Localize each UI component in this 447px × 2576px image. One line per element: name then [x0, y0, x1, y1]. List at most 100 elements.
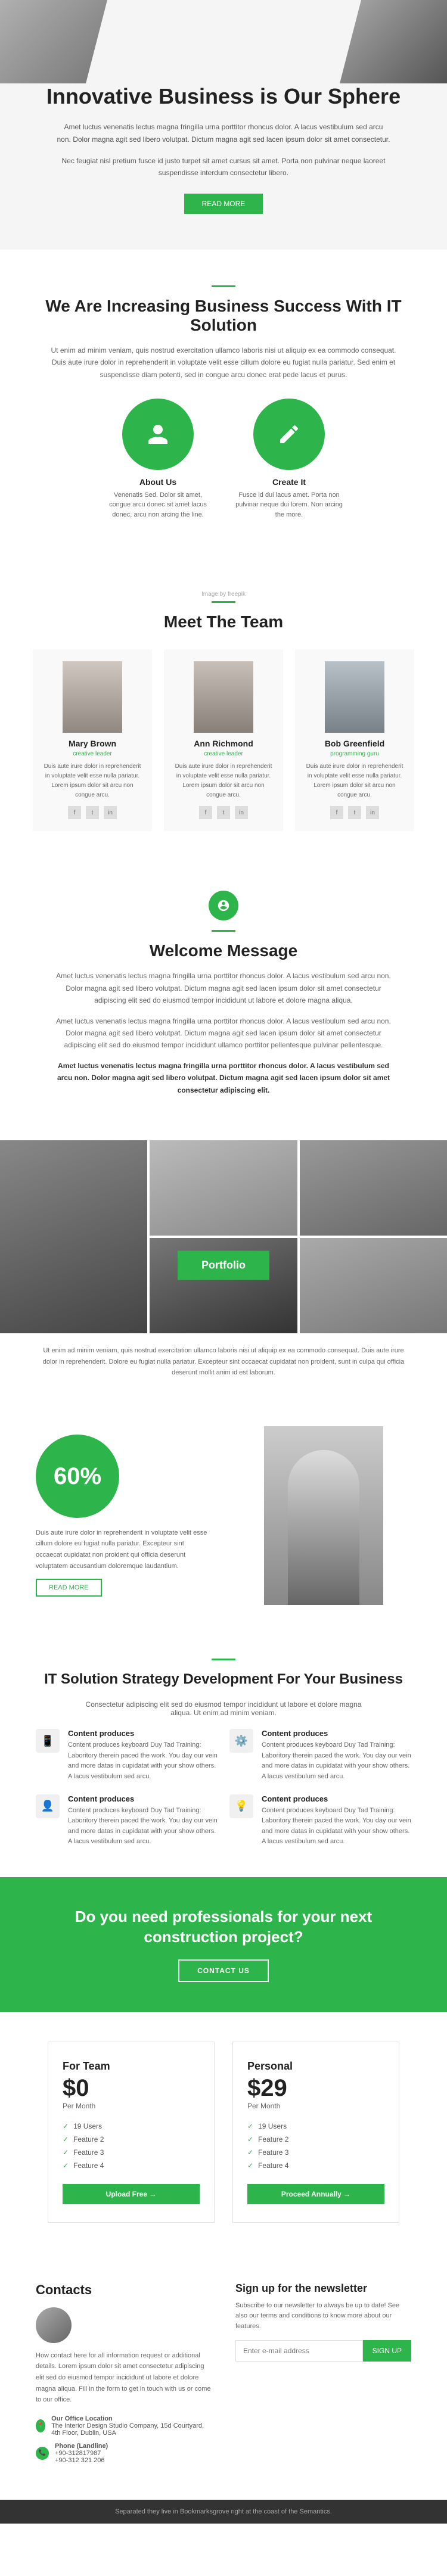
- portfolio-caption: Ut enim ad minim veniam, quis nostrud ex…: [0, 1333, 447, 1390]
- hero-content: Innovative Business is Our Sphere Amet l…: [46, 24, 401, 214]
- welcome-para2: Amet luctus venenatis lectus magna fring…: [51, 1015, 396, 1051]
- strategy-text-2: Content produces Content produces keyboa…: [262, 1729, 411, 1782]
- percent-value: 60%: [54, 1464, 101, 1488]
- price-plan-name-2: Personal: [247, 2060, 384, 2073]
- increasing-paragraph: Ut enim ad minim veniam, quis nostrud ex…: [51, 344, 396, 381]
- address-text: The Interior Design Studio Company, 15d …: [51, 2422, 204, 2437]
- strategy-item-2: ⚙️ Content produces Content produces key…: [229, 1729, 411, 1782]
- hero-paragraph2: Nec feugiat nisl pretium fusce id justo …: [57, 155, 390, 179]
- section-divider-4: [212, 1659, 235, 1660]
- price-features-2: 19 Users Feature 2 Feature 3 Feature 4: [247, 2120, 384, 2172]
- phone-details: Phone (Landline) +90-312817987 +90-312 3…: [55, 2443, 108, 2464]
- price-amount-1: $0: [63, 2075, 200, 2102]
- team-name-3: Bob Greenfield: [305, 739, 405, 748]
- price-feature-2-4: Feature 4: [247, 2159, 384, 2172]
- create-title: Create It: [272, 477, 306, 487]
- team-role-2: creative leader: [173, 751, 274, 757]
- hero-section: Innovative Business is Our Sphere Amet l…: [0, 0, 447, 250]
- portfolio-img-2: [150, 1140, 297, 1236]
- team-photo-1: [63, 661, 122, 733]
- team-photo-2: [194, 661, 253, 733]
- about-title: About Us: [139, 477, 176, 487]
- strategy-icon-2: ⚙️: [229, 1729, 253, 1753]
- about-circle: [122, 399, 194, 470]
- price-feature-2-3: Feature 3: [247, 2146, 384, 2159]
- portfolio-grid: [0, 1140, 447, 1333]
- phone-2: +90-312 321 206: [55, 2457, 105, 2464]
- price-feature-1-4: Feature 4: [63, 2159, 200, 2172]
- strategy-icon-3: 👤: [36, 1794, 60, 1818]
- price-button-paid[interactable]: Proceed Annually →: [247, 2184, 384, 2204]
- team-title: Meet The Team: [24, 612, 423, 631]
- twitter-icon-3[interactable]: t: [348, 806, 361, 819]
- team-card-3: Bob Greenfield programming guru Duis aut…: [295, 649, 414, 831]
- about-desc: Venenatis Sed. Dolor sit amet, congue ar…: [104, 490, 212, 520]
- pricing-section: For Team $0 Per Month 19 Users Feature 2…: [0, 2012, 447, 2253]
- strategy-intro: Consectetur adipiscing elit sed do eiusm…: [74, 1700, 372, 1717]
- percent-section: 60% Duis aute irure dolor in reprehender…: [0, 1402, 447, 1629]
- office-details: Our Office Location The Interior Design …: [51, 2415, 212, 2437]
- increasing-section: We Are Increasing Business Success With …: [0, 250, 447, 562]
- price-amount-2: $29: [247, 2075, 384, 2102]
- price-feature-2-1: 19 Users: [247, 2120, 384, 2133]
- team-row: Mary Brown creative leader Duis aute iru…: [24, 649, 423, 831]
- increasing-title: We Are Increasing Business Success With …: [36, 297, 411, 335]
- create-card: Create It Fusce id dui lacus amet. Porta…: [235, 399, 343, 538]
- about-card: About Us Venenatis Sed. Dolor sit amet, …: [104, 399, 212, 538]
- strategy-item-4: 💡 Content produces Content produces keyb…: [229, 1794, 411, 1847]
- welcome-icon: [209, 891, 238, 920]
- strategy-item-1: 📱 Content produces Content produces keyb…: [36, 1729, 218, 1782]
- hero-title: Innovative Business is Our Sphere: [46, 83, 401, 109]
- footer-text: Separated they live in Bookmarksgrove ri…: [8, 2508, 439, 2515]
- price-period-2: Per Month: [247, 2102, 384, 2110]
- percent-description: Duis aute irure dolor in reprehenderit i…: [36, 1527, 212, 1572]
- welcome-bold: Amet luctus venenatis lectus magna fring…: [51, 1060, 396, 1096]
- read-more-button[interactable]: READ MORE: [36, 1579, 102, 1597]
- social-icons-1: f t in: [42, 806, 142, 819]
- newsletter-email-input[interactable]: [235, 2340, 363, 2362]
- social-icons-3: f t in: [305, 806, 405, 819]
- section-divider-2: [212, 601, 235, 603]
- team-card-2: Ann Richmond creative leader Duis aute i…: [164, 649, 283, 831]
- strategy-text-4: Content produces Content produces keyboa…: [262, 1794, 411, 1847]
- price-feature-1-2: Feature 2: [63, 2133, 200, 2146]
- price-period-1: Per Month: [63, 2102, 200, 2110]
- price-feature-1-1: 19 Users: [63, 2120, 200, 2133]
- facebook-icon-2[interactable]: f: [199, 806, 212, 819]
- price-button-free[interactable]: Upload Free →: [63, 2184, 200, 2204]
- newsletter-submit-button[interactable]: SIGN UP: [363, 2340, 411, 2362]
- social-icons-2: f t in: [173, 806, 274, 819]
- facebook-icon-3[interactable]: f: [330, 806, 343, 819]
- strategy-item-3: 👤 Content produces Content produces keyb…: [36, 1794, 218, 1847]
- cta-title: Do you need professionals for your next …: [36, 1907, 411, 1947]
- contacts-section: Contacts How contact here for all inform…: [0, 2253, 447, 2500]
- portfolio-img-5: [300, 1238, 447, 1333]
- phone-info: 📞 Phone (Landline) +90-312817987 +90-312…: [36, 2443, 212, 2464]
- instagram-icon-3[interactable]: in: [366, 806, 379, 819]
- contacts-description: How contact here for all information req…: [36, 2350, 212, 2406]
- instagram-icon[interactable]: in: [104, 806, 117, 819]
- hero-cta-button[interactable]: READ MORE: [184, 194, 263, 214]
- address-label: Our Office Location: [51, 2415, 113, 2422]
- twitter-icon-2[interactable]: t: [217, 806, 230, 819]
- office-location: 📍 Our Office Location The Interior Desig…: [36, 2415, 212, 2437]
- phone-icon: 📞: [36, 2447, 49, 2460]
- facebook-icon[interactable]: f: [68, 806, 81, 819]
- team-desc-1: Duis aute irure dolor in reprehenderit i…: [42, 762, 142, 800]
- instagram-icon-2[interactable]: in: [235, 806, 248, 819]
- strategy-text-1: Content produces Content produces keyboa…: [68, 1729, 218, 1782]
- team-role-1: creative leader: [42, 751, 142, 757]
- price-plan-name-1: For Team: [63, 2060, 200, 2073]
- strategy-icon-4: 💡: [229, 1794, 253, 1818]
- team-name-2: Ann Richmond: [173, 739, 274, 748]
- team-name-1: Mary Brown: [42, 739, 142, 748]
- team-desc-2: Duis aute irure dolor in reprehenderit i…: [173, 762, 274, 800]
- portfolio-overlay: Portfolio: [178, 1250, 269, 1280]
- percent-circle: 60%: [36, 1435, 119, 1518]
- twitter-icon[interactable]: t: [86, 806, 99, 819]
- strategy-text-3: Content produces Content produces keyboa…: [68, 1794, 218, 1847]
- team-card-1: Mary Brown creative leader Duis aute iru…: [33, 649, 152, 831]
- create-icon: [277, 422, 301, 446]
- cta-button[interactable]: CONTACT US: [178, 1959, 269, 1982]
- location-icon: 📍: [36, 2419, 45, 2432]
